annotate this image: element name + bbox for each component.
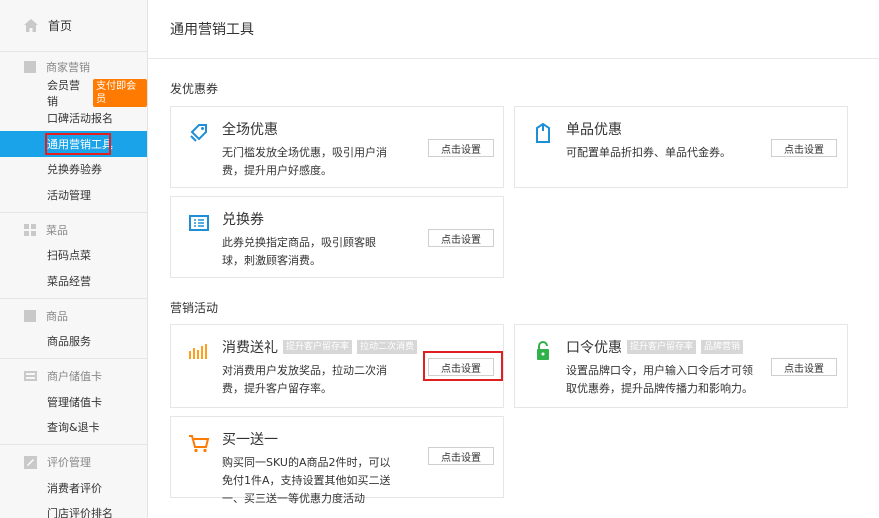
sidebar-item-member-marketing[interactable]: 会员营销 支付即会员	[0, 78, 147, 108]
tag-retention: 提升客户留存率	[283, 340, 353, 354]
setup-button[interactable]: 点击设置	[428, 139, 494, 157]
sidebar-item-scan-order[interactable]: 扫码点菜	[0, 243, 147, 269]
setup-button[interactable]: 点击设置	[771, 139, 837, 157]
marketing-icon	[24, 61, 36, 73]
card-desc: 设置品牌口令，用户输入口令后才可领取优惠券，提升品牌传播力和影响力。	[566, 364, 753, 395]
sidebar-item-general-tools[interactable]: 通用营销工具	[0, 131, 147, 157]
card-password-discount: 口令优惠 提升客户留存率 品牌营销 设置品牌口令，用户输入口令后才可领取优惠券，…	[514, 324, 848, 408]
tag-repeat-spend: 拉动二次消费	[357, 340, 418, 354]
bars-icon	[188, 340, 210, 362]
card-title: 消费送礼 提升客户留存率 拉动二次消费	[222, 337, 418, 357]
section-title-activities: 营销活动	[170, 301, 219, 315]
pay-member-badge: 支付即会员	[93, 78, 147, 107]
sidebar-item-store-ranking[interactable]: 门店评价排名	[0, 501, 147, 518]
card-title: 单品优惠	[566, 122, 622, 138]
sidebar-item-label: 管理储值卡	[47, 395, 102, 409]
card-exchange-voucher: 兑换券 此券兑换指定商品，吸引顾客眼球，刺激顾客消费。 点击设置	[170, 196, 504, 278]
card-desc: 可配置单品折扣券、单品代金券。	[566, 146, 731, 159]
sidebar-item-label: 口碑活动报名	[47, 112, 113, 126]
tag-brand-marketing: 品牌营销	[701, 340, 744, 354]
sidebar-item-label: 商品服务	[47, 335, 91, 349]
setup-button[interactable]: 点击设置	[428, 229, 494, 247]
card-buy-one-get-one: 买一送一 购买同一SKU的A商品2件时，可以免付1件A，支持设置其他如买二送一、…	[170, 416, 504, 505]
goods-icon	[24, 309, 36, 322]
highlight-box	[423, 351, 503, 381]
page-title: 通用营销工具	[148, 0, 879, 59]
sidebar-item-voucher-verify[interactable]: 兑换券验券	[0, 157, 147, 183]
sidebar-group-head: 商户储值卡	[0, 363, 147, 389]
ticket-icon	[188, 212, 210, 234]
sidebar-group-title: 菜品	[46, 223, 68, 237]
card-icon	[24, 371, 37, 381]
sidebar-item-label: 活动管理	[47, 188, 91, 202]
sidebar-group-head: 评价管理	[0, 449, 147, 475]
sidebar-group-head: 菜品	[0, 217, 147, 243]
card-title: 口令优惠 提升客户留存率 品牌营销	[566, 337, 744, 357]
sidebar-group-title: 商品	[46, 309, 68, 323]
sidebar-group-goods: 商品 商品服务	[0, 299, 147, 359]
edit-icon	[24, 455, 37, 469]
highlight-box	[45, 133, 111, 155]
sidebar-item-activity-signup[interactable]: 口碑活动报名	[0, 106, 147, 132]
grid-icon	[24, 223, 36, 236]
tag-icon	[188, 122, 210, 144]
setup-button[interactable]: 点击设置	[428, 447, 494, 465]
sidebar-group-merchant-marketing: 商家营销 会员营销 支付即会员 口碑活动报名 通用营销工具 兑换券验券 活动管理	[0, 52, 147, 213]
sidebar-item-query-refund[interactable]: 查询&退卡	[0, 415, 147, 441]
sidebar-item-goods-service[interactable]: 商品服务	[0, 329, 147, 355]
sidebar-item-label: 门店评价排名	[47, 507, 113, 518]
card-title: 全场优惠	[222, 122, 278, 138]
sidebar-group-title: 商家营销	[46, 61, 90, 74]
sidebar-item-manage-card[interactable]: 管理储值卡	[0, 389, 147, 415]
cup-icon	[532, 122, 554, 144]
sidebar-group-reviews: 评价管理 消费者评价 门店评价排名	[0, 445, 147, 518]
sidebar-item-consumer-review[interactable]: 消费者评价	[0, 475, 147, 501]
home-icon	[24, 19, 38, 32]
sidebar: 首页 商家营销 会员营销 支付即会员 口碑活动报名 通用营销工具 兑换券验券 活…	[0, 0, 148, 518]
card-spend-gift: 消费送礼 提升客户留存率 拉动二次消费 对消费用户发放奖品，拉动二次消费，提升客…	[170, 324, 504, 408]
sidebar-item-label: 会员营销	[47, 78, 80, 108]
card-desc: 无门槛发放全场优惠，吸引用户消费，提升用户好感度。	[222, 146, 387, 177]
sidebar-item-label: 查询&退卡	[47, 421, 100, 435]
card-desc: 此券兑换指定商品，吸引顾客眼球，刺激顾客消费。	[222, 236, 376, 267]
sidebar-item-label: 消费者评价	[47, 481, 102, 495]
card-store-discount: 全场优惠 无门槛发放全场优惠，吸引用户消费，提升用户好感度。 点击设置	[170, 106, 504, 188]
card-single-discount: 单品优惠 可配置单品折扣券、单品代金券。 点击设置	[514, 106, 848, 188]
sidebar-item-activity-manage[interactable]: 活动管理	[0, 182, 147, 208]
card-title: 买一送一	[222, 432, 278, 448]
sidebar-group-title: 商户储值卡	[47, 370, 102, 383]
sidebar-item-label: 菜品经营	[47, 274, 91, 288]
sidebar-item-label: 扫码点菜	[47, 249, 91, 263]
sidebar-group-head: 商品	[0, 303, 147, 329]
lock-icon	[532, 340, 554, 362]
sidebar-group-stored-card: 商户储值卡 管理储值卡 查询&退卡	[0, 359, 147, 445]
sidebar-group-dishes: 菜品 扫码点菜 菜品经营	[0, 213, 147, 299]
main-content: 通用营销工具 发优惠券 全场优惠 无门槛发放全场优惠，吸引用户消费，提升用户好感…	[148, 0, 879, 518]
card-title: 兑换券	[222, 212, 264, 228]
setup-button[interactable]: 点击设置	[771, 358, 837, 376]
sidebar-item-dish-management[interactable]: 菜品经营	[0, 268, 147, 294]
card-desc: 购买同一SKU的A商品2件时，可以免付1件A，支持设置其他如买二送一、买三送一等…	[222, 456, 391, 505]
card-title-text: 口令优惠	[566, 340, 622, 356]
sidebar-home-label: 首页	[48, 19, 73, 33]
tag-retention: 提升客户留存率	[627, 340, 697, 354]
cart-icon	[188, 432, 210, 454]
sidebar-group-title: 评价管理	[47, 456, 91, 469]
sidebar-item-label: 兑换券验券	[47, 163, 102, 177]
card-title-text: 消费送礼	[222, 340, 278, 356]
card-desc: 对消费用户发放奖品，拉动二次消费，提升客户留存率。	[222, 364, 387, 395]
section-title-coupons: 发优惠券	[170, 82, 219, 96]
sidebar-home[interactable]: 首页	[0, 0, 147, 52]
